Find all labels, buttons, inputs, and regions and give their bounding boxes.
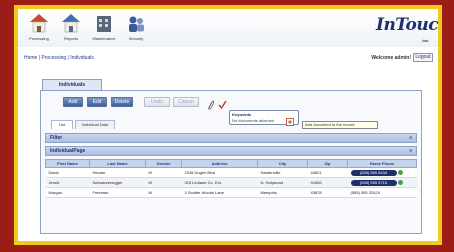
chevron-right-icon[interactable]: » bbox=[409, 147, 412, 155]
logout-button[interactable]: Logout bbox=[413, 53, 433, 62]
filter-header[interactable]: Filter » bbox=[45, 133, 417, 143]
cancel-button[interactable]: Cancel bbox=[173, 97, 199, 107]
column-header[interactable]: City bbox=[257, 159, 308, 168]
cell-home-phone: (555) 555 3242X bbox=[347, 187, 417, 198]
yellow-frame: Processing Reports Maintenance Security … bbox=[14, 5, 442, 245]
column-header[interactable]: First Name bbox=[45, 159, 90, 168]
individualpage-label: IndividualPage bbox=[50, 148, 86, 154]
column-header[interactable]: Gender bbox=[145, 159, 182, 168]
cell-gender: M bbox=[145, 177, 182, 188]
tab-individual-data[interactable]: Individual Data bbox=[75, 120, 115, 129]
cell-zip: 43878 bbox=[307, 187, 348, 198]
column-header[interactable]: Home Phone bbox=[347, 159, 417, 168]
phone-pill[interactable]: (555) 555 5715 bbox=[350, 179, 397, 186]
checkmark-icon[interactable] bbox=[218, 97, 227, 110]
cell-last-name: Freeman bbox=[89, 187, 146, 198]
cell-first-name: Morgan bbox=[45, 187, 90, 198]
app-window: Processing Reports Maintenance Security … bbox=[18, 9, 438, 241]
top-toolbar: Processing Reports Maintenance Security … bbox=[18, 9, 438, 47]
chevron-right-icon[interactable]: » bbox=[409, 134, 412, 142]
add-document-tooltip: Add document to the record bbox=[302, 121, 378, 129]
breadcrumb[interactable]: Home | Processing | Individuals bbox=[24, 55, 94, 61]
table-row[interactable]: Morgan Freeman M 3 Scatter Woods Lane Me… bbox=[45, 187, 417, 198]
cell-last-name: Hecam bbox=[89, 167, 146, 178]
table-header-row: First Name Last Name Gender Address City… bbox=[45, 159, 417, 168]
cell-first-name: Jerold bbox=[45, 177, 90, 188]
maintenance-building-icon[interactable] bbox=[93, 12, 115, 36]
cell-city: N. Holywood bbox=[257, 177, 308, 188]
logo-text: InTouch bbox=[376, 15, 438, 35]
status-dot-icon bbox=[397, 169, 403, 175]
cell-zip: 44521 bbox=[307, 167, 348, 178]
welcome-text: Welcome admin! bbox=[371, 55, 411, 61]
cell-last-name: Schwarzenegger bbox=[89, 177, 146, 188]
column-header[interactable]: Address bbox=[181, 159, 258, 168]
individuals-panel: Add Edit Delete Undo Cancel Keywords No … bbox=[40, 90, 422, 234]
status-dot-icon bbox=[397, 179, 403, 185]
filter-label: Filter bbox=[50, 135, 63, 141]
reports-house-icon[interactable] bbox=[60, 12, 82, 36]
cell-gender: M bbox=[145, 167, 182, 178]
cell-home-phone: (555) 555 5434 bbox=[347, 167, 417, 178]
tab-list[interactable]: List bbox=[51, 120, 73, 129]
add-document-icon[interactable] bbox=[286, 113, 294, 126]
edit-button[interactable]: Edit bbox=[87, 97, 107, 107]
column-header[interactable]: Last Name bbox=[89, 159, 146, 168]
nav-label-processing[interactable]: Processing bbox=[22, 36, 56, 41]
table-row[interactable]: David Hecam M 2345 Dugen Blvd Hardenvill… bbox=[45, 167, 417, 178]
cell-address: 2345 Dugen Blvd bbox=[181, 167, 258, 178]
nav-label-reports[interactable]: Reports bbox=[54, 36, 88, 41]
logo-subtext: data bbox=[421, 38, 429, 43]
cell-first-name: David bbox=[45, 167, 90, 178]
phone-pill[interactable]: (555) 555 5434 bbox=[350, 169, 397, 176]
table-row[interactable]: Jerold Schwarzenegger M 315 Lindane Co. … bbox=[45, 177, 417, 188]
paperclip-icon[interactable] bbox=[206, 97, 215, 110]
intouch-logo: InTouch data bbox=[376, 15, 438, 43]
individuals-table: First Name Last Name Gender Address City… bbox=[45, 159, 417, 198]
cell-zip: 91606 bbox=[307, 177, 348, 188]
nav-label-security[interactable]: Security bbox=[119, 36, 153, 41]
nav-label-maintenance[interactable]: Maintenance bbox=[87, 36, 121, 41]
cell-gender: M bbox=[145, 187, 182, 198]
delete-button[interactable]: Delete bbox=[111, 97, 133, 107]
security-people-icon[interactable] bbox=[125, 12, 147, 36]
column-header[interactable]: Zip bbox=[307, 159, 348, 168]
cell-city: Hardenville bbox=[257, 167, 308, 178]
cell-address: 3 Scatter Woods Lane bbox=[181, 187, 258, 198]
processing-house-icon[interactable] bbox=[28, 12, 50, 36]
individualpage-header[interactable]: IndividualPage » bbox=[45, 146, 417, 156]
undo-button[interactable]: Undo bbox=[144, 97, 170, 107]
cell-address: 315 Lindane Co. Ext. bbox=[181, 177, 258, 188]
cell-home-phone: (555) 555 5715 bbox=[347, 177, 417, 188]
add-button[interactable]: Add bbox=[63, 97, 83, 107]
cell-city: Memphis bbox=[257, 187, 308, 198]
